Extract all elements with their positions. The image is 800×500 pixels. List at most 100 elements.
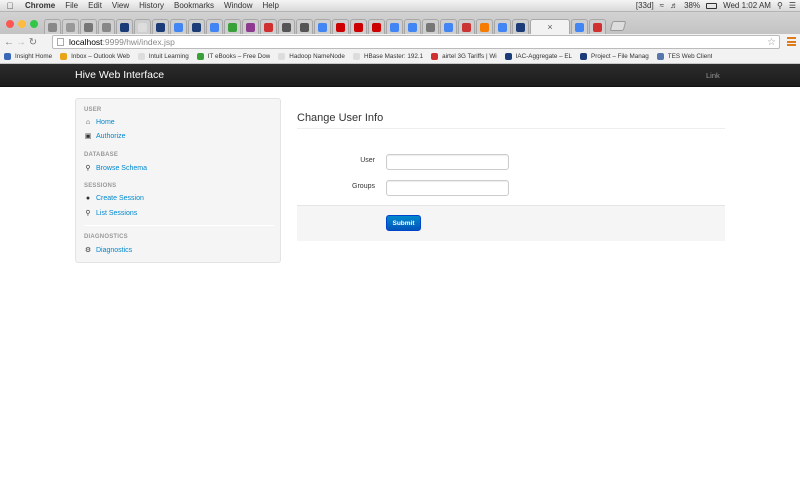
menu-file[interactable]: File — [60, 0, 83, 12]
bookmark-item[interactable]: Inbox – Outlook Web — [60, 53, 130, 60]
browser-tab[interactable] — [224, 19, 241, 34]
bookmark-label: HBase Master: 192.1 — [363, 53, 424, 60]
battery-percent[interactable]: 38% — [684, 0, 700, 12]
bookmark-favicon-icon — [137, 53, 145, 60]
browser-tab[interactable] — [44, 19, 61, 34]
bookmark-item[interactable]: Insight Home — [4, 53, 52, 60]
new-tab-button[interactable] — [609, 21, 627, 31]
bookmark-item[interactable]: Intuit Learning — [137, 53, 189, 60]
browser-tab[interactable] — [458, 19, 475, 34]
browser-tab-active[interactable]: × — [530, 19, 570, 34]
app-navbar: Hive Web Interface Link — [0, 64, 800, 87]
spotlight-icon[interactable]: ⚲ — [777, 0, 783, 12]
tab-favicon-icon — [444, 22, 453, 32]
browser-tab[interactable] — [440, 19, 457, 34]
sidebar-item-label: List Sessions — [96, 209, 138, 217]
status-counter[interactable]: [33d] — [636, 0, 654, 12]
bookmark-item[interactable]: Hadoop NameNode — [278, 53, 345, 60]
sidebar-item-home[interactable]: ⌂ Home — [84, 119, 115, 126]
browser-tab[interactable] — [260, 19, 277, 34]
browser-tab[interactable] — [332, 19, 349, 34]
bookmark-favicon-icon — [196, 53, 204, 60]
sidebar-item-create-session[interactable]: ● Create Session — [84, 195, 144, 202]
bookmark-item[interactable]: IT eBooks – Free Dow — [196, 53, 270, 60]
sidebar-item-authorize[interactable]: ▣ Authorize — [84, 132, 126, 141]
tab-favicon-icon — [192, 22, 201, 32]
minimize-window-icon[interactable] — [18, 20, 26, 28]
address-bar[interactable]: localhost:9999/hwi/index.jsp ☆ — [52, 35, 780, 49]
sidebar-item-diagnostics[interactable]: ⚙ Diagnostics — [84, 246, 132, 255]
menu-edit[interactable]: Edit — [83, 0, 107, 12]
browser-tab[interactable] — [571, 19, 588, 34]
menu-app-chrome[interactable]: Chrome — [20, 0, 60, 12]
forward-icon[interactable]: → — [15, 37, 27, 48]
browser-tab[interactable] — [476, 19, 493, 34]
browser-tab[interactable] — [296, 19, 313, 34]
bookmark-label: Project – File Manag — [591, 53, 649, 60]
browser-tab[interactable] — [589, 19, 606, 34]
sidebar-item-browse-schema[interactable]: ⚲ Browse Schema — [84, 164, 147, 173]
notifications-icon[interactable]: ☰ — [789, 0, 796, 12]
tab-favicon-icon — [282, 22, 291, 32]
browser-tab[interactable] — [386, 19, 403, 34]
brand-title[interactable]: Hive Web Interface — [75, 69, 164, 81]
browser-tab[interactable] — [368, 19, 385, 34]
menu-view[interactable]: View — [107, 0, 134, 12]
sidebar-divider — [84, 225, 274, 226]
user-field[interactable] — [386, 154, 509, 170]
battery-icon[interactable] — [706, 2, 718, 9]
chrome-menu-icon[interactable] — [787, 37, 796, 46]
browser-tab[interactable] — [350, 19, 367, 34]
menu-bookmarks[interactable]: Bookmarks — [169, 0, 219, 12]
bookmark-star-icon[interactable]: ☆ — [767, 37, 776, 48]
sidebar-header-sessions: SESSIONS — [84, 183, 117, 189]
browser-tab[interactable] — [278, 19, 295, 34]
back-icon[interactable]: ← — [3, 37, 15, 48]
zoom-window-icon[interactable] — [30, 20, 38, 28]
bookmark-label: Hadoop NameNode — [289, 53, 345, 60]
browser-tab[interactable] — [152, 19, 169, 34]
browser-tab[interactable] — [422, 19, 439, 34]
groups-field[interactable] — [386, 180, 509, 196]
browser-tab[interactable] — [314, 19, 331, 34]
bookmark-item[interactable]: Project – File Manag — [580, 53, 649, 60]
tab-strip: × — [0, 12, 800, 34]
menu-window[interactable]: Window — [219, 0, 257, 12]
close-window-icon[interactable] — [6, 20, 14, 28]
nav-link[interactable]: Link — [706, 71, 720, 80]
browser-tab[interactable] — [512, 19, 529, 34]
menu-help[interactable]: Help — [257, 0, 283, 12]
browser-tab[interactable] — [170, 19, 187, 34]
clock[interactable]: Wed 1:02 AM — [723, 0, 771, 12]
menu-history[interactable]: History — [134, 0, 169, 12]
browser-tab[interactable] — [134, 19, 151, 34]
browser-tab[interactable] — [62, 19, 79, 34]
bookmark-item[interactable]: IAC-Aggregate – EL — [504, 53, 573, 60]
tab-favicon-icon — [593, 22, 602, 32]
reload-icon[interactable]: ↻ — [27, 37, 39, 48]
volume-icon[interactable]: ♬ — [670, 0, 678, 12]
bookmark-favicon-icon — [4, 53, 11, 60]
browser-tab[interactable] — [242, 19, 259, 34]
bookmark-item[interactable]: HBase Master: 192.1 — [352, 53, 424, 60]
bookmark-item[interactable]: TES Web Client — [656, 53, 713, 60]
browser-tab[interactable] — [404, 19, 421, 34]
submit-button[interactable]: Submit — [386, 215, 421, 231]
browser-tab[interactable] — [188, 19, 205, 34]
bookmark-label: IAC-Aggregate – EL — [515, 53, 573, 60]
close-tab-icon[interactable]: × — [547, 22, 552, 32]
browser-tab[interactable] — [116, 19, 133, 34]
tab-favicon-icon — [174, 22, 183, 32]
tab-favicon-icon — [120, 22, 129, 32]
apple-menu-icon[interactable]:  — [0, 0, 20, 12]
bookmark-label: airtel 3G Tariffs | Wi — [442, 53, 497, 60]
sidebar-item-list-sessions[interactable]: ⚲ List Sessions — [84, 209, 138, 218]
browser-tab[interactable] — [80, 19, 97, 34]
browser-tab[interactable] — [206, 19, 223, 34]
sidebar-item-label: Create Session — [96, 195, 144, 202]
browser-tab[interactable] — [98, 19, 115, 34]
wifi-icon[interactable]: ≈ — [660, 0, 664, 12]
bookmark-item[interactable]: airtel 3G Tariffs | Wi — [431, 53, 497, 60]
browser-tab[interactable] — [494, 19, 511, 34]
bookmark-label: TES Web Client — [667, 53, 713, 60]
